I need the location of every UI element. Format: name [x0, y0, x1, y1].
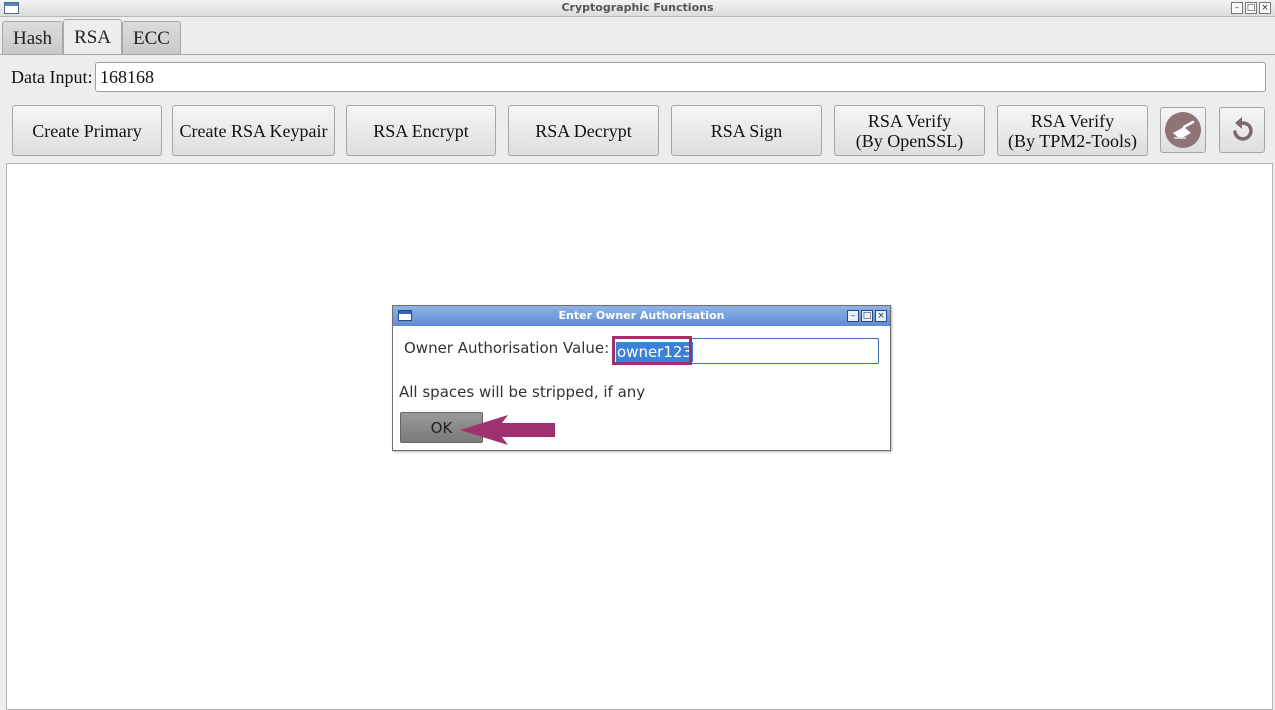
- dialog-title: Enter Owner Authorisation: [558, 309, 725, 322]
- dialog-minimize-button[interactable]: –: [847, 310, 859, 322]
- rsa-verify-openssl-button[interactable]: RSA Verify (By OpenSSL): [834, 105, 985, 156]
- create-primary-button[interactable]: Create Primary: [12, 105, 162, 156]
- close-button[interactable]: ×: [1259, 2, 1271, 14]
- rsa-sign-button[interactable]: RSA Sign: [671, 105, 822, 156]
- maximize-button[interactable]: □: [1245, 2, 1257, 14]
- tab-divider: [0, 54, 1275, 55]
- minimize-button[interactable]: –: [1231, 2, 1243, 14]
- main-window-titlebar: Cryptographic Functions – □ ×: [0, 0, 1275, 17]
- rsa-verify-tpm-line2: (By TPM2-Tools): [1008, 130, 1137, 151]
- data-input-field[interactable]: [95, 62, 1266, 92]
- dialog-maximize-button[interactable]: □: [861, 310, 873, 322]
- rsa-verify-openssl-line1: RSA Verify: [867, 110, 952, 131]
- data-input-label: Data Input:: [11, 66, 93, 87]
- dialog-titlebar: Enter Owner Authorisation – □ ×: [393, 306, 890, 326]
- reset-icon: [1233, 117, 1253, 141]
- rsa-encrypt-button[interactable]: RSA Encrypt: [346, 105, 496, 156]
- annotation-highlight-box: [612, 336, 692, 365]
- clear-icon: [1165, 112, 1201, 148]
- spaces-note: All spaces will be stripped, if any: [399, 383, 646, 401]
- clear-button[interactable]: [1160, 107, 1206, 153]
- annotation-arrow-icon: [460, 415, 555, 445]
- tab-hash[interactable]: Hash: [2, 21, 64, 55]
- data-input-row: Data Input:: [11, 62, 1266, 92]
- dialog-close-button[interactable]: ×: [875, 310, 887, 322]
- rsa-decrypt-button[interactable]: RSA Decrypt: [508, 105, 659, 156]
- tab-rsa[interactable]: RSA: [63, 19, 123, 55]
- window-controls: – □ ×: [1231, 2, 1271, 14]
- owner-auth-label: Owner Authorisation Value:: [404, 339, 610, 357]
- reset-button[interactable]: [1219, 107, 1265, 153]
- create-rsa-keypair-button[interactable]: Create RSA Keypair: [172, 105, 335, 156]
- dialog-window-controls: – □ ×: [847, 310, 887, 322]
- tab-ecc[interactable]: ECC: [122, 21, 181, 55]
- rsa-verify-tpm-button[interactable]: RSA Verify (By TPM2-Tools): [997, 105, 1148, 156]
- rsa-verify-tpm-line1: RSA Verify: [1030, 110, 1115, 131]
- tab-bar: Hash RSA ECC: [2, 19, 181, 55]
- rsa-verify-openssl-line2: (By OpenSSL): [855, 130, 964, 151]
- window-title: Cryptographic Functions: [561, 1, 714, 14]
